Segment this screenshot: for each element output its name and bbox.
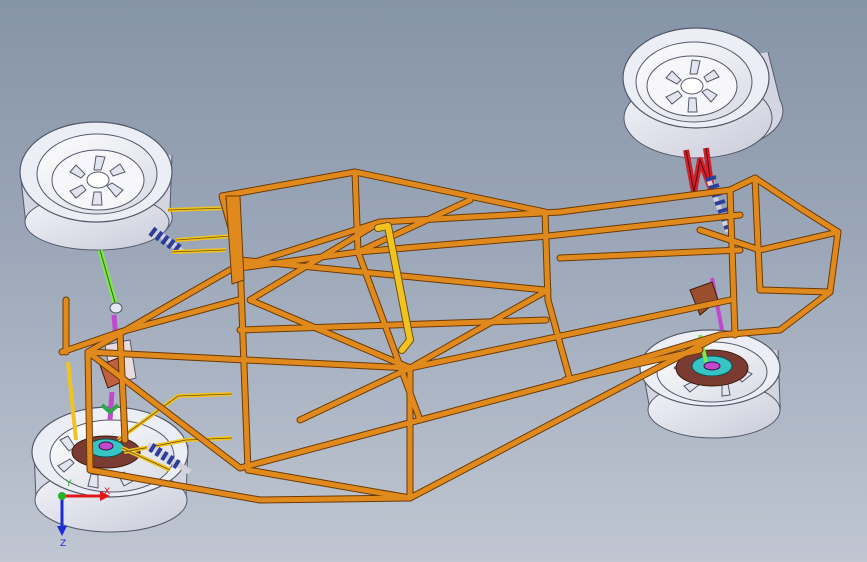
rear-right-wheel[interactable] xyxy=(622,27,784,159)
front-right-upright-link[interactable] xyxy=(107,391,115,421)
y-axis-label: Y xyxy=(65,479,72,489)
z-axis-label: Z xyxy=(60,539,66,549)
x-axis-label: X xyxy=(104,487,110,497)
z-axis-arrowhead xyxy=(57,526,67,536)
cad-viewport[interactable]: X Y Z xyxy=(0,0,867,562)
front-left-wheel[interactable] xyxy=(19,121,173,251)
chassis-assembly-model[interactable]: X Y Z xyxy=(0,0,867,562)
front-left-tie-rod-edge xyxy=(99,249,117,307)
front-right-hub-nut xyxy=(98,441,114,451)
rear-left-hub-nut xyxy=(703,361,721,371)
front-left-ball-joint xyxy=(109,302,123,314)
y-axis-dot xyxy=(58,492,66,500)
